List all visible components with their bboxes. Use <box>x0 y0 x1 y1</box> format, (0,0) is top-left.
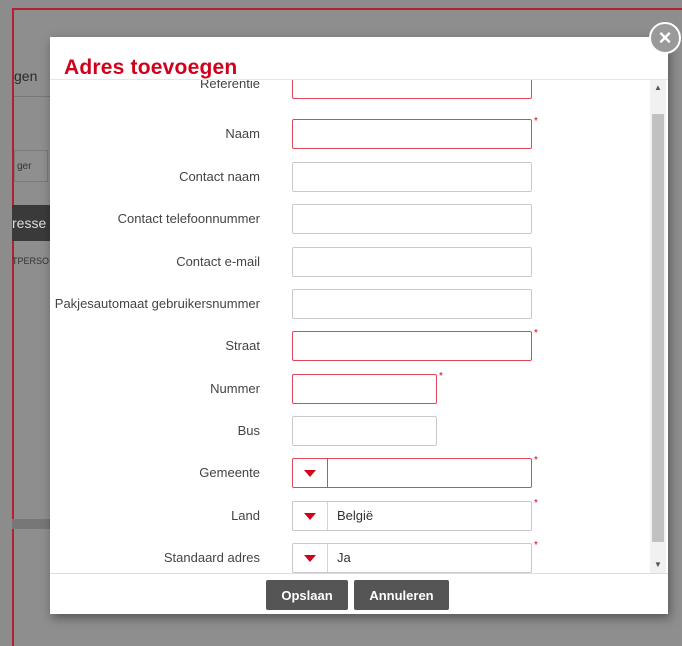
background-bar <box>12 519 52 529</box>
bus-input[interactable] <box>292 416 437 446</box>
background-tab: gen <box>14 68 38 84</box>
caret-down-icon <box>304 470 316 477</box>
background-button: resse <box>12 205 50 241</box>
cancel-button[interactable]: Annuleren <box>354 580 449 610</box>
required-marker: * <box>534 498 538 509</box>
straat-label: Straat <box>225 338 260 353</box>
dropdown-toggle[interactable] <box>293 502 328 530</box>
scrollbar-thumb[interactable] <box>652 114 664 542</box>
required-marker: * <box>439 371 443 382</box>
add-address-dialog: Adres toevoegen Referentie * Naam * Cont… <box>50 37 668 614</box>
nummer-label: Nummer <box>210 381 260 396</box>
row-pakjesautomaat: Pakjesautomaat gebruikersnummer <box>50 289 650 319</box>
dialog-title: Adres toevoegen <box>64 56 238 79</box>
contact-naam-input[interactable] <box>292 162 532 192</box>
vertical-scrollbar[interactable]: ▲ ▼ <box>650 80 666 573</box>
background-text: TPERSO <box>12 256 50 266</box>
footer-divider <box>50 573 668 574</box>
naam-input[interactable] <box>292 119 532 149</box>
standaard-adres-label: Standaard adres <box>163 550 260 565</box>
bus-label: Bus <box>237 423 260 438</box>
row-naam: Naam * <box>50 116 650 149</box>
dropdown-toggle[interactable] <box>293 544 328 572</box>
contact-email-label: Contact e-mail <box>176 254 260 269</box>
scroll-up-arrow-icon[interactable]: ▲ <box>650 80 666 96</box>
referentie-input[interactable] <box>292 80 532 99</box>
land-select[interactable]: België <box>292 501 532 531</box>
caret-down-icon <box>304 513 316 520</box>
close-icon[interactable]: × <box>649 22 681 54</box>
background-divider <box>14 96 54 97</box>
naam-label: Naam <box>225 126 260 141</box>
contact-telefoon-label: Contact telefoonnummer <box>117 211 260 226</box>
required-marker: * <box>534 328 538 339</box>
row-land: Land België * <box>50 498 650 531</box>
save-button[interactable]: Opslaan <box>266 580 348 610</box>
row-contact-naam: Contact naam <box>50 162 650 192</box>
land-label: Land <box>231 508 260 523</box>
contact-naam-label: Contact naam <box>179 169 260 184</box>
pakjesautomaat-label: Pakjesautomaat gebruikersnummer <box>54 296 260 311</box>
row-nummer: Nummer * <box>50 371 650 404</box>
gemeente-label: Gemeente <box>199 465 260 480</box>
contact-telefoon-input[interactable] <box>292 204 532 234</box>
row-contact-email: Contact e-mail <box>50 247 650 277</box>
row-bus: Bus <box>50 416 650 446</box>
row-straat: Straat * <box>50 328 650 361</box>
form-scroll-area: Referentie * Naam * Contact naam Contact… <box>50 80 668 573</box>
nummer-input[interactable] <box>292 374 437 404</box>
background-column-header: ger <box>14 150 48 182</box>
land-value: België <box>337 508 374 523</box>
pakjesautomaat-input[interactable] <box>292 289 532 319</box>
required-marker: * <box>534 540 538 551</box>
straat-input[interactable] <box>292 331 532 361</box>
required-marker: * <box>534 455 538 466</box>
contact-email-input[interactable] <box>292 247 532 277</box>
row-standaard-adres: Standaard adres Ja * <box>50 540 650 573</box>
row-referentie: Referentie * <box>50 80 650 99</box>
scroll-down-arrow-icon[interactable]: ▼ <box>650 557 666 573</box>
required-marker: * <box>534 116 538 127</box>
gemeente-select[interactable] <box>292 458 532 488</box>
referentie-label: Referentie <box>200 80 260 91</box>
row-contact-telefoon: Contact telefoonnummer <box>50 204 650 234</box>
standaard-adres-value: Ja <box>337 550 351 565</box>
dropdown-toggle[interactable] <box>293 459 328 487</box>
caret-down-icon <box>304 555 316 562</box>
standaard-adres-select[interactable]: Ja <box>292 543 532 573</box>
row-gemeente: Gemeente * <box>50 455 650 488</box>
